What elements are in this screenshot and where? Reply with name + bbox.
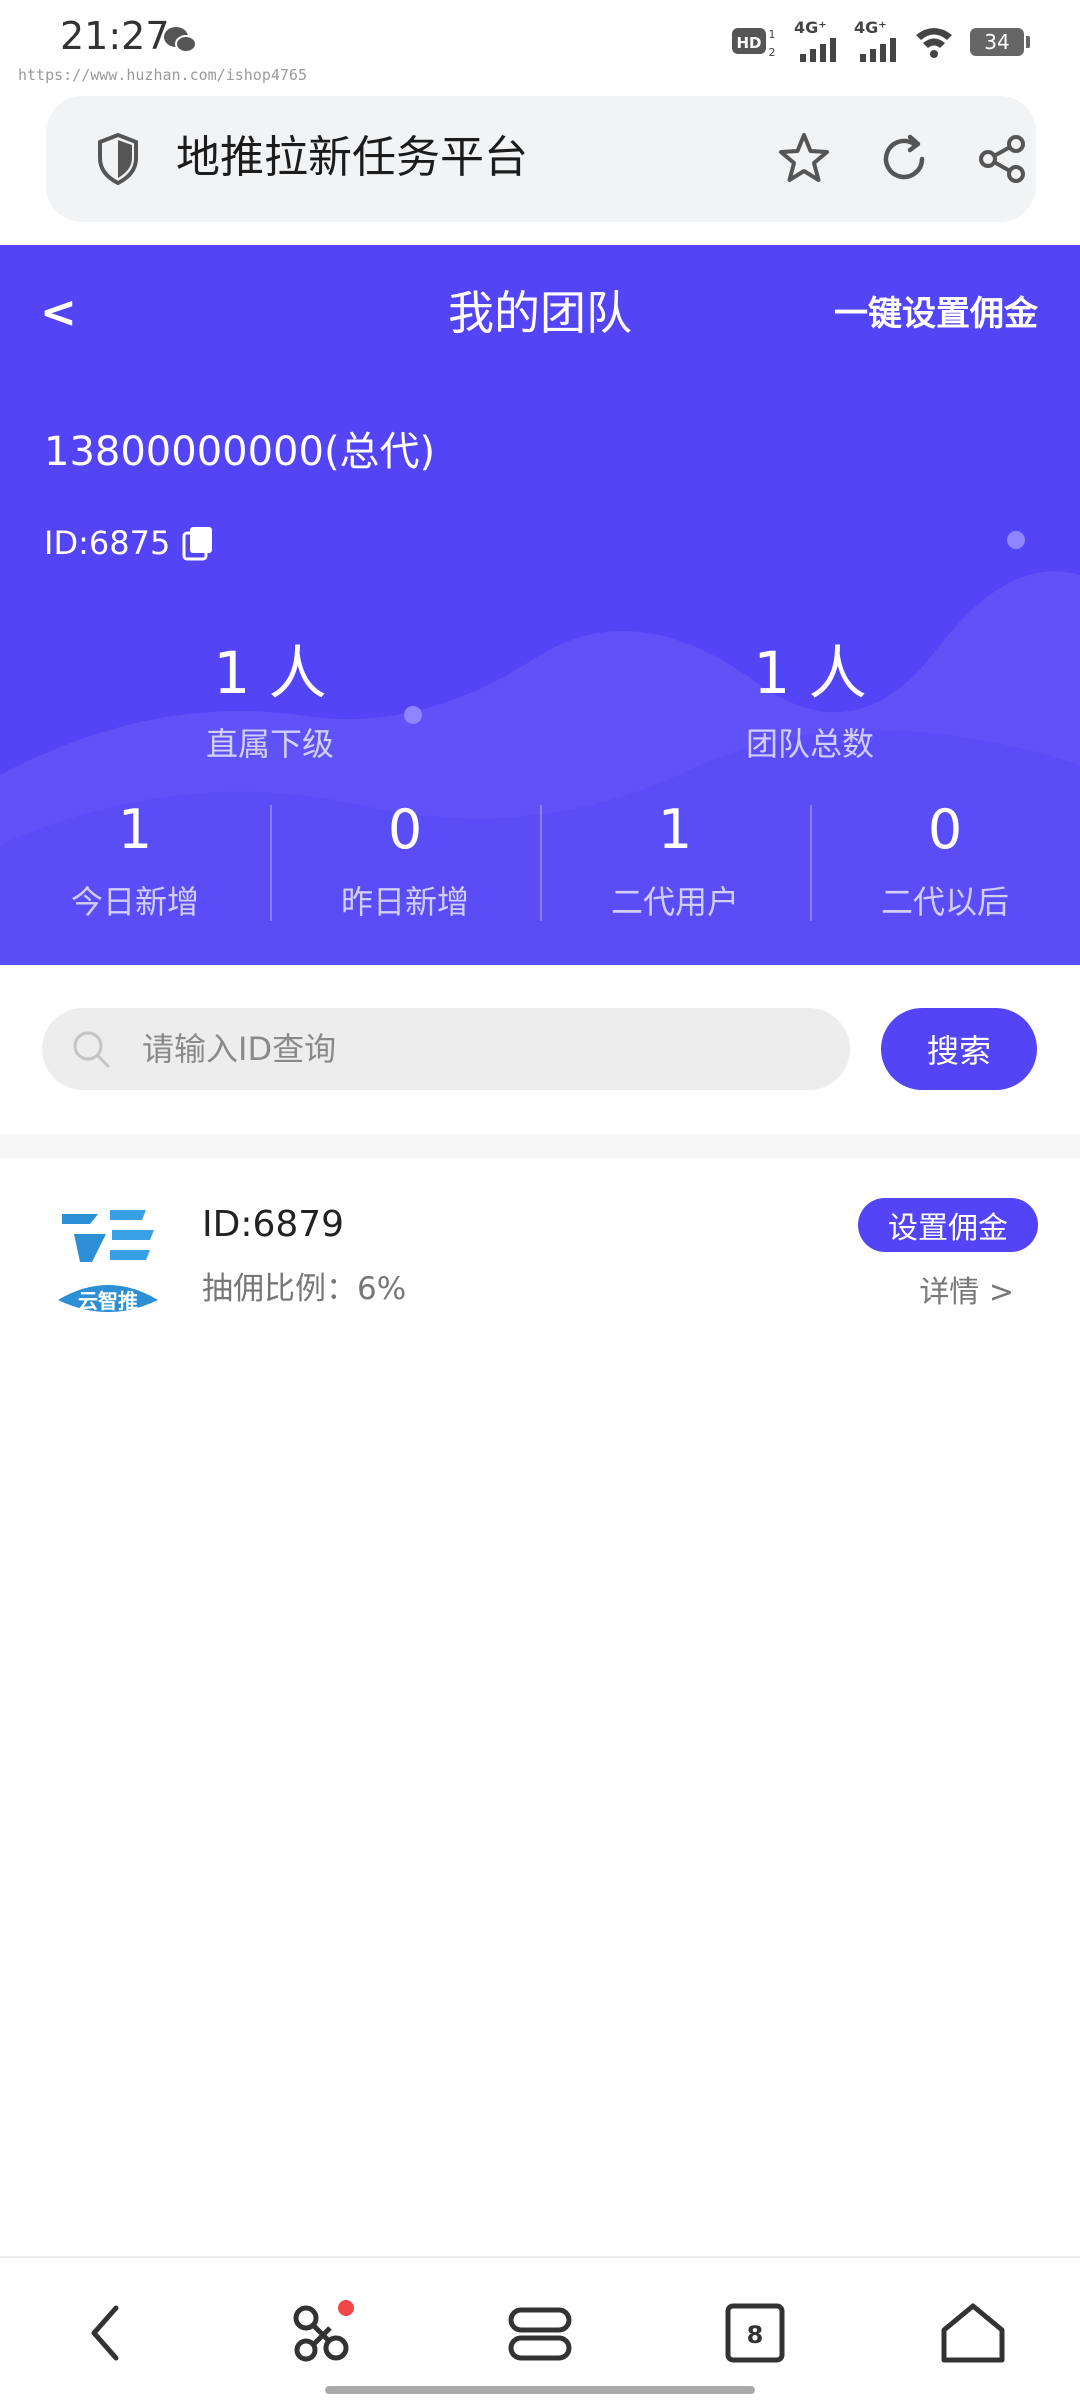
set-all-commission-button[interactable]: 一键设置佣金	[834, 289, 1038, 339]
network-label-1: 4G⁺	[794, 18, 827, 37]
list-item[interactable]: 云智推 ID:6879 抽佣比例：6% 设置佣金 详情 >	[0, 1158, 1080, 1348]
stat-label: 今日新增	[70, 883, 199, 921]
stat-value: 1	[657, 798, 693, 861]
signal-bars-icon	[800, 38, 836, 62]
section-divider	[0, 1134, 1080, 1158]
set-commission-button[interactable]: 设置佣金	[858, 1198, 1038, 1252]
details-link[interactable]: 详情 >	[919, 1270, 1014, 1316]
bottom-navigation: 8	[0, 2256, 1080, 2400]
team-total-stat: 1 人 团队总数	[540, 635, 1080, 767]
hd-icon: HD 1 2	[732, 28, 776, 59]
status-bar: 21:27 HD 1 2 4G⁺ 4G⁺ 34 https://www.huzh…	[0, 0, 1080, 84]
stat-after-second-gen: 0 二代以后	[810, 795, 1080, 945]
status-time: 21:27	[60, 14, 170, 58]
search-row: 搜索	[0, 1008, 1080, 1090]
battery-icon: 34	[970, 28, 1030, 56]
search-button[interactable]: 搜索	[881, 1008, 1037, 1090]
stat-value: 0	[387, 798, 423, 861]
search-input[interactable]	[142, 1008, 822, 1090]
stat-label: 二代用户	[610, 883, 739, 921]
stat-yesterday-new: 0 昨日新增	[270, 795, 540, 945]
back-icon[interactable]	[72, 2298, 142, 2368]
home-icon[interactable]	[938, 2298, 1008, 2368]
browser-page-title[interactable]: 地推拉新任务平台	[176, 126, 528, 190]
refresh-icon[interactable]	[874, 129, 934, 189]
svg-text:2: 2	[769, 46, 776, 59]
member-commission-rate: 抽佣比例：6%	[202, 1271, 407, 1307]
stat-value: 1 人	[213, 639, 327, 707]
tabs-count: 8	[747, 2321, 764, 2349]
network-signal-2: 4G⁺	[854, 18, 898, 62]
battery-level: 34	[984, 30, 1010, 54]
stat-label: 二代以后	[880, 883, 1009, 921]
stat-second-gen-users: 1 二代用户	[540, 795, 810, 945]
shield-icon[interactable]	[96, 132, 140, 186]
signal-bars-icon	[860, 38, 896, 62]
stats-row: 1 今日新增 0 昨日新增 1 二代用户 0 二代以后	[0, 795, 1080, 945]
svg-text:1: 1	[769, 28, 776, 41]
yunzhitui-logo-icon: 云智推	[58, 1210, 158, 1313]
stat-label: 直属下级	[205, 725, 334, 763]
browser-address-bar[interactable]: 地推拉新任务平台	[46, 96, 1036, 222]
apps-icon[interactable]	[288, 2298, 358, 2368]
status-indicators: HD 1 2 4G⁺ 4G⁺ 34	[732, 18, 1030, 64]
stat-value: 1	[117, 798, 153, 861]
logo-text: 云智推	[78, 1289, 138, 1313]
share-icon[interactable]	[972, 129, 1032, 189]
network-signal-1: 4G⁺	[794, 18, 838, 62]
menu-icon[interactable]	[505, 2298, 575, 2368]
account-id-row: ID:6875	[44, 521, 214, 565]
hd-badge-label: HD	[736, 34, 761, 52]
direct-subordinates-stat: 1 人 直属下级	[0, 635, 540, 767]
network-label-2: 4G⁺	[854, 18, 887, 37]
search-icon	[73, 1031, 110, 1068]
stat-value: 0	[927, 798, 963, 861]
team-header-panel: < 我的团队 一键设置佣金 13800000000(总代) ID:6875 1 …	[0, 245, 1080, 965]
star-icon[interactable]	[774, 129, 834, 189]
account-id: ID:6875	[44, 524, 171, 562]
wechat-icon	[164, 27, 197, 53]
home-indicator[interactable]	[325, 2386, 755, 2394]
copy-icon[interactable]	[182, 525, 214, 561]
stat-value: 1 人	[753, 639, 867, 707]
search-box[interactable]	[42, 1008, 850, 1090]
member-id: ID:6879	[202, 1204, 345, 1245]
wifi-icon	[916, 28, 952, 58]
stat-today-new: 1 今日新增	[0, 795, 270, 945]
watermark-url: https://www.huzhan.com/ishop4765	[18, 66, 307, 84]
stat-label: 团队总数	[745, 725, 874, 763]
tabs-icon[interactable]: 8	[720, 2298, 790, 2368]
stat-label: 昨日新增	[340, 883, 469, 921]
account-name: 13800000000(总代)	[44, 429, 436, 475]
